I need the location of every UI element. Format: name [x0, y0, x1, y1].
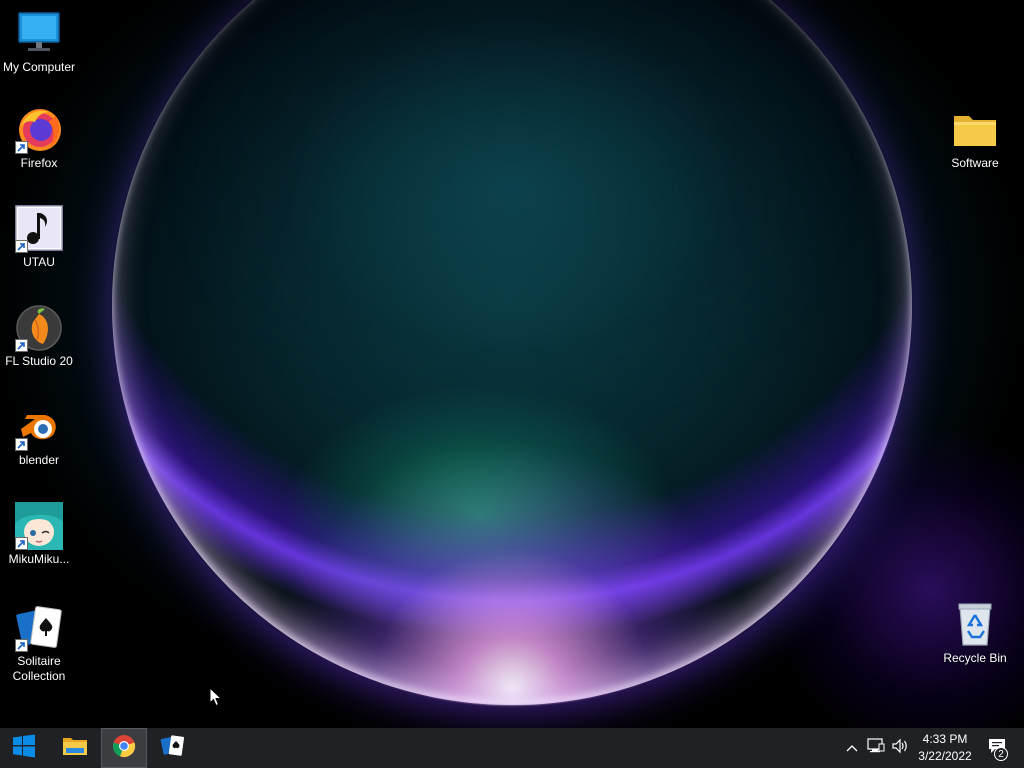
desktop-icon-recycle-bin[interactable]: Recycle Bin [936, 601, 1014, 666]
desktop-icon-fl-studio[interactable]: FL Studio 20 [0, 304, 78, 369]
taskbar-clock[interactable]: 4:33 PM 3/22/2022 [913, 731, 977, 765]
shortcut-arrow-icon [15, 537, 28, 550]
taskbar-solitaire[interactable] [149, 728, 197, 768]
file-explorer-icon [62, 734, 88, 763]
notification-count-badge: 2 [994, 747, 1008, 761]
desktop-icon-label: MikuMiku... [8, 552, 70, 566]
shortcut-arrow-icon [15, 639, 28, 652]
desktop-icon-software-folder[interactable]: Software [936, 106, 1014, 171]
taskbar-file-explorer[interactable] [51, 728, 99, 768]
desktop-icon-label: Firefox [20, 156, 58, 170]
desktop-icon-label: Recycle Bin [943, 651, 1007, 665]
desktop-icon-firefox[interactable]: Firefox [0, 106, 78, 171]
show-hidden-icons-button[interactable] [842, 728, 862, 768]
clock-date: 3/22/2022 [918, 749, 972, 763]
desktop-icon-blender[interactable]: blender [0, 403, 78, 468]
desktop-icon-label: FL Studio 20 [5, 354, 73, 368]
windows-start-icon [12, 734, 36, 763]
desktop-icon-my-computer[interactable]: My Computer [0, 10, 78, 75]
desktop-icon-label: Software [951, 156, 999, 170]
desktop-icon-mikumikudance[interactable]: MikuMiku... [0, 502, 78, 567]
chrome-icon [112, 734, 136, 763]
desktop-icon-solitaire[interactable]: Solitaire Collection [0, 604, 78, 684]
solitaire-icon [15, 604, 63, 652]
volume-icon [892, 738, 910, 759]
shortcut-arrow-icon [15, 438, 28, 451]
taskbar-chrome[interactable] [101, 728, 147, 768]
desktop-icon-label: UTAU [23, 255, 55, 269]
shortcut-arrow-icon [15, 240, 28, 253]
start-button[interactable] [0, 728, 48, 768]
shortcut-arrow-icon [15, 339, 28, 352]
desktop-icon-label: Solitaire Collection [12, 654, 66, 683]
volume-button[interactable] [889, 728, 913, 768]
desktop-icon-label: blender [18, 453, 60, 467]
blender-icon [15, 403, 63, 451]
mouse-pointer-icon [209, 686, 223, 712]
firefox-icon [15, 106, 63, 154]
recycle-bin-icon [951, 601, 999, 649]
shortcut-arrow-icon [15, 141, 28, 154]
desktop-icon-utau[interactable]: UTAU [0, 205, 78, 270]
monitor-icon [15, 10, 63, 58]
fl-studio-icon [15, 304, 63, 352]
mikumikudance-icon [15, 502, 63, 550]
chevron-up-icon [846, 739, 858, 757]
network-icon [867, 737, 885, 759]
network-button[interactable] [864, 728, 888, 768]
taskbar: 4:33 PM 3/22/2022 [0, 728, 1024, 768]
clock-time: 4:33 PM [922, 732, 968, 746]
desktop-icon-label: My Computer [2, 60, 76, 74]
utau-icon [15, 205, 63, 253]
folder-icon [951, 106, 999, 154]
solitaire-icon [160, 734, 186, 763]
desktop[interactable]: My Computer Firefox UTAU FL Studio 20 bl… [0, 0, 1024, 728]
